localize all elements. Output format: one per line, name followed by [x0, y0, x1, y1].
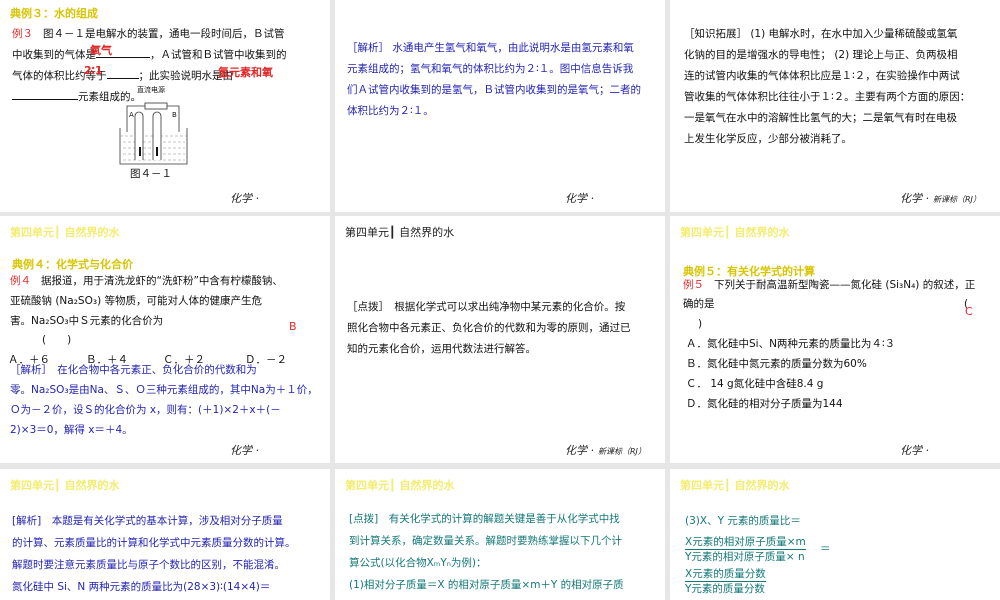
knowledge-line: ［知识拓展］ (1) 电解水时，在水中加入少量稀硫酸或氢氧 [684, 28, 958, 40]
knowledge-line: 上发生化学反应，少部分被消耗了。 [684, 133, 852, 145]
analysis-line: [解析] 本题是有关化学式的基本计算，涉及相对分子质量 [12, 515, 283, 527]
answer: B [289, 320, 297, 333]
tip-line: 算公式(以化合物XₘYₙ为例)： [349, 557, 487, 569]
analysis-line: 体积比约为２∶１。 [347, 105, 434, 117]
example-label: 例４ [10, 275, 31, 287]
unit-header: 第四单元┃ 自然界的水 [10, 479, 120, 492]
question-text: 亚硫酸钠 (Na₂SO₃) 等物质，可能对人体的健康产生危 [10, 295, 263, 307]
question-text: 中收集到的气体是 [12, 49, 96, 61]
option-d: Ｄ．氮化硅的相对分子质量为144 [686, 398, 843, 410]
analysis-line: 氮化硅中 Si、N 两种元素的质量比为(28×3)∶(14×4)＝ [12, 581, 271, 593]
knowledge-line: 化钠的目的是增强水的导电性； (2) 理论上与正、负两极相 [684, 49, 958, 61]
answer-blank [12, 88, 78, 100]
electrolysis-diagram [119, 102, 188, 165]
diagram-label-a: A [129, 111, 134, 119]
answer-paren: ) [698, 318, 703, 330]
option-a: Ａ．氮化硅中Si、N两种元素的质量比为４∶３ [686, 338, 896, 350]
slide-footer: 化学 · 新课标（RJ） [565, 444, 646, 457]
fraction-denominator: Y元素的质量分数 [685, 583, 765, 595]
tip-line: 照化合物中各元素正、负化合价的代数和为零的原则，通过已 [347, 322, 631, 334]
answer: C [965, 305, 973, 318]
figure-caption: 图４－１ [130, 168, 172, 180]
unit-header: 第四单元┃ 自然界的水 [345, 226, 455, 239]
equals-sign: ＝ [820, 543, 831, 555]
fraction-denominator: Y元素的相对原子质量× n [685, 551, 805, 563]
slide-thumbnail-9[interactable]: 第四单元┃ 自然界的水 (3)X、Y 元素的质量比＝ X元素的相对原子质量×m … [670, 469, 1000, 600]
question-text: 图４－１是电解水的装置，通电一段时间后，Ｂ试管 [43, 28, 285, 40]
slide-thumbnail-5[interactable]: 第四单元┃ 自然界的水 ［点拨］ 根据化学式可以求出纯净物中某元素的化合价。按 … [335, 216, 665, 463]
question-text: 下列关于耐高温新型陶瓷——氮化硅 (Si₃N₄) 的叙述，正 [714, 279, 976, 291]
answer-paren: ( ) [42, 334, 72, 346]
analysis-line: 们Ａ试管内收集到的是氢气，Ｂ试管内收集到的是氧气；二者的 [347, 84, 641, 96]
analysis-line: 2)×3＝0，解得 x＝＋4。 [10, 424, 133, 436]
option-b: Ｂ．氮化硅中氮元素的质量分数为60% [686, 358, 867, 370]
slide-thumbnail-8[interactable]: 第四单元┃ 自然界的水 [点拨] 有关化学式的计算的解题关键是善于从化学式中找 … [335, 469, 665, 600]
diagram-label-power: 直流电源 [137, 86, 165, 94]
knowledge-line: 管收集的气体体积比往往小于１∶２。主要有两个方面的原因： [684, 91, 971, 103]
analysis-line: ［解析］ 水通电产生氢气和氧气，由此说明水是由氢元素和氧 [347, 42, 634, 54]
tip-line: 知的元素化合价，运用代数法进行解答。 [347, 343, 536, 355]
tip-line: ［点拨］ 根据化学式可以求出纯净物中某元素的化合价。按 [347, 301, 626, 313]
slide-thumbnail-2[interactable]: ［解析］ 水通电产生氢气和氧气，由此说明水是由氢元素和氧 元素组成的；氢气和氧气… [335, 0, 665, 212]
formula-line: (3)X、Y 元素的质量比＝ [685, 515, 801, 527]
analysis-line: 解题时要注意元素质量比与原子个数比的区别，不能混淆。 [12, 559, 285, 571]
analysis-line: 元素组成的；氢气和氧气的体积比约为２∶１。图中信息告诉我 [347, 63, 634, 75]
formula-fraction-2: X元素的质量分数 Y元素的质量分数 [685, 567, 766, 596]
example-label: 例５ [683, 279, 704, 291]
fraction-numerator: X元素的相对原子质量×m [685, 536, 806, 550]
tip-line: 到计算关系，确定数量关系。解题时要熟练掌握以下几个计 [349, 535, 622, 547]
question-text: 确的是 [683, 298, 715, 310]
knowledge-line: 连的试管内收集的气体体积比应是１∶２，在实验操作中两试 [684, 70, 960, 82]
slide-thumbnail-7[interactable]: 第四单元┃ 自然界的水 [解析] 本题是有关化学式的基本计算，涉及相对分子质量 … [0, 469, 330, 600]
analysis-line: 零。Na₂SO₃是由Na、Ｓ、Ｏ三种元素组成的，其中Na为＋１价， [10, 384, 318, 396]
slide-thumbnail-3[interactable]: ［知识拓展］ (1) 电解水时，在水中加入少量稀硫酸或氢氧 化钠的目的是增强水的… [670, 0, 1000, 212]
slide-thumbnail-1[interactable]: 典例３：水的组成 例３ 图４－１是电解水的装置，通电一段时间后，Ｂ试管 中收集到… [0, 0, 330, 212]
answer-3: 氢元素和氧 [218, 66, 273, 79]
unit-header: 第四单元┃ 自然界的水 [345, 479, 455, 492]
tip-line: (1)相对分子质量＝X 的相对原子质量×m＋Y 的相对原子质 [349, 579, 624, 591]
analysis-line: Ｏ为－２价，设Ｓ的化合价为 x，则有：(＋1)×2＋x＋(－ [10, 404, 281, 416]
slide-footer: 化学 · [900, 444, 929, 457]
slide-footer: 化学 · [565, 192, 594, 205]
answer-1: 氧气 [90, 44, 112, 57]
slide-thumbnail-4[interactable]: 第四单元┃ 自然界的水 典例４：化学式与化合价 例４ 据报道，用于清洗龙虾的“洗… [0, 216, 330, 463]
diagram-label-b: B [172, 111, 177, 119]
option-c: Ｃ． 14 g氮化硅中含硅8.4 g [686, 378, 824, 390]
slide-title: 典例３：水的组成 [10, 7, 98, 20]
question-text: 据报道，用于清洗龙虾的“洗虾粉”中含有柠檬酸钠、 [41, 275, 283, 287]
answer-2: 2∶1 [84, 64, 103, 77]
analysis-line: ［解析］ 在化合物中各元素正、负化合价的代数和为 [10, 364, 257, 376]
formula-fraction-1: X元素的相对原子质量×m Y元素的相对原子质量× n [685, 535, 806, 564]
question-text: 害。Na₂SO₃中Ｓ元素的化合价为 [10, 315, 164, 327]
slide-thumbnail-6[interactable]: 第四单元┃ 自然界的水 典例５：有关化学式的计算 例５ 下列关于耐高温新型陶瓷—… [670, 216, 1000, 463]
unit-header: 第四单元┃ 自然界的水 [680, 479, 790, 492]
tip-line: [点拨] 有关化学式的计算的解题关键是善于从化学式中找 [349, 513, 620, 525]
analysis-line: 的计算、元素质量比的计算和化学式中元素质量分数的计算。 [12, 537, 296, 549]
unit-header: 第四单元┃ 自然界的水 [10, 226, 120, 239]
fraction-numerator: X元素的质量分数 [685, 568, 766, 582]
knowledge-line: 一是氧气在水中的溶解性比氢气的大；二是氧气有时在电极 [684, 112, 957, 124]
unit-header: 第四单元┃ 自然界的水 [680, 226, 790, 239]
slide-footer: 化学 · [230, 444, 259, 457]
slide-footer: 化学 · 新课标（RJ） [900, 192, 981, 205]
question-text: ，Ａ试管和Ｂ试管中收集到的 [150, 49, 287, 61]
example-label: 例３ [12, 28, 33, 40]
answer-blank [106, 67, 139, 79]
slide-footer: 化学 · [230, 192, 259, 205]
